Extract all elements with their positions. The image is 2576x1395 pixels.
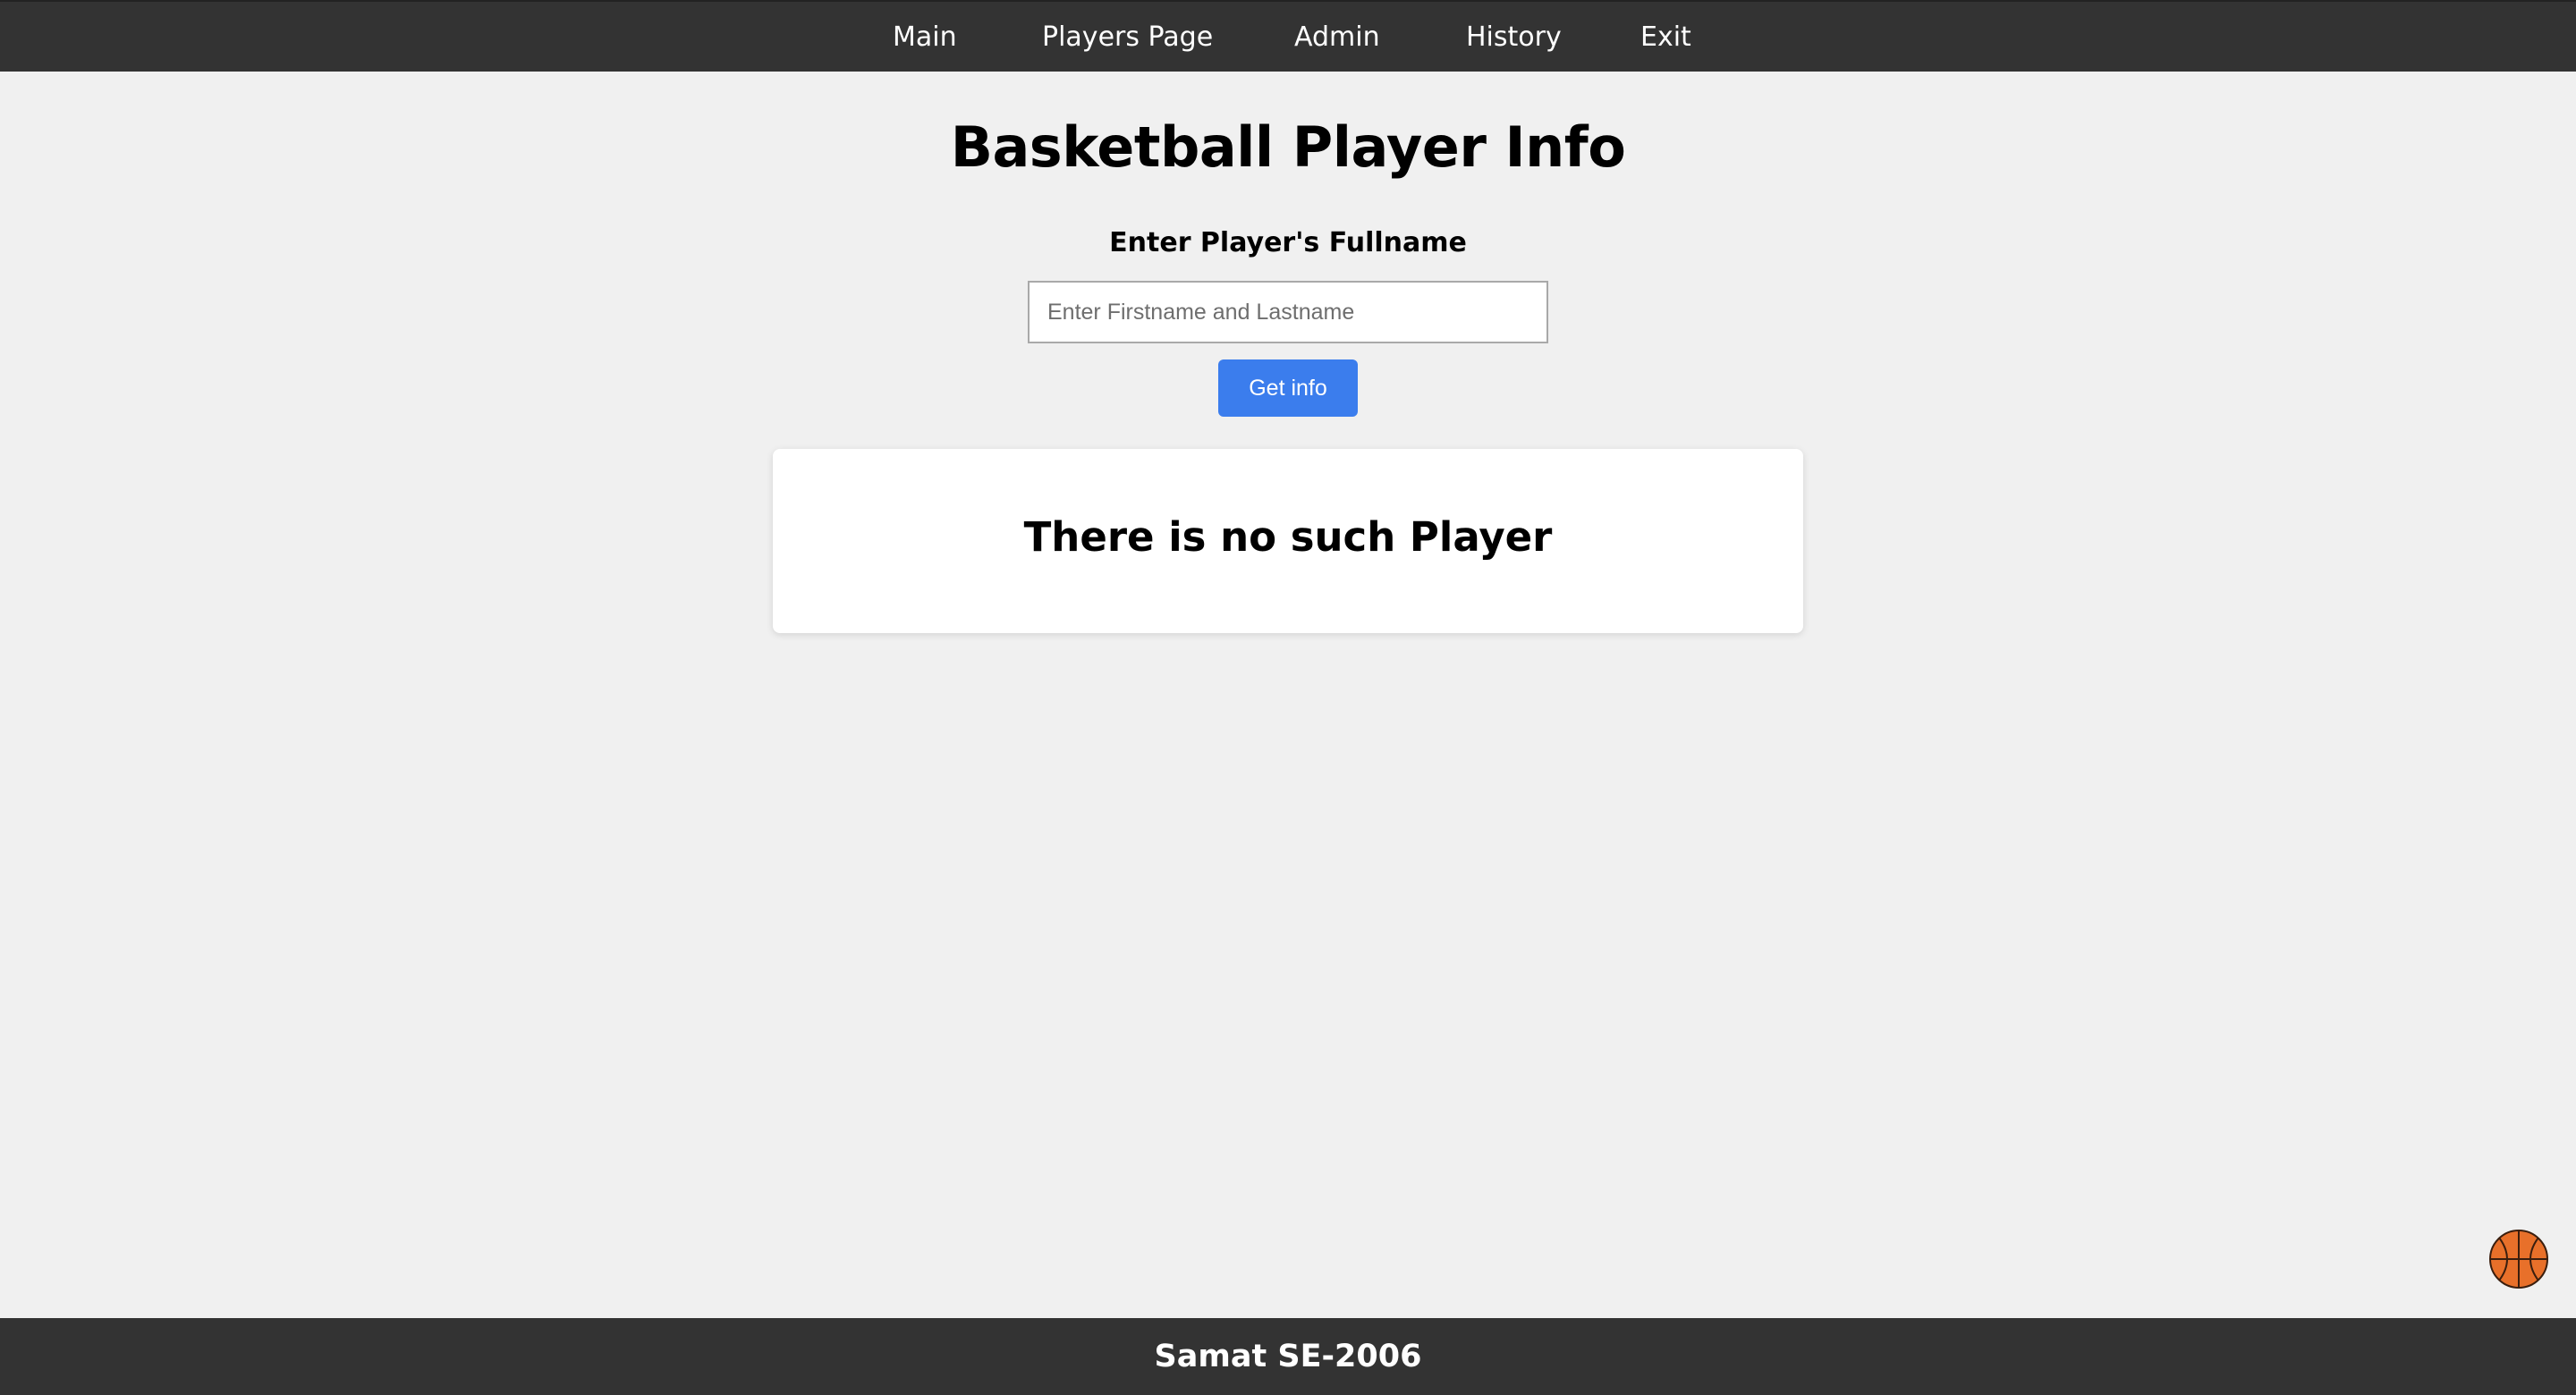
get-info-button[interactable]: Get info xyxy=(1218,359,1358,417)
result-message: There is no such Player xyxy=(1023,513,1553,561)
result-card: There is no such Player xyxy=(773,449,1803,633)
nav-item-players-page[interactable]: Players Page xyxy=(1042,2,1213,73)
footer-text: Samat SE-2006 xyxy=(1154,1339,1422,1374)
top-navbar: Main Players Page Admin History Exit xyxy=(0,0,2576,72)
nav-item-main[interactable]: Main xyxy=(893,2,957,73)
footer: Samat SE-2006 xyxy=(0,1318,2576,1395)
player-fullname-input[interactable] xyxy=(1028,281,1548,343)
nav-item-history[interactable]: History xyxy=(1466,2,1562,73)
nav-item-admin[interactable]: Admin xyxy=(1294,2,1380,73)
page-title: Basketball Player Info xyxy=(950,114,1626,180)
fullname-label: Enter Player's Fullname xyxy=(1109,227,1467,258)
basketball-icon[interactable] xyxy=(2488,1229,2549,1289)
nav-item-exit[interactable]: Exit xyxy=(1640,2,1691,73)
